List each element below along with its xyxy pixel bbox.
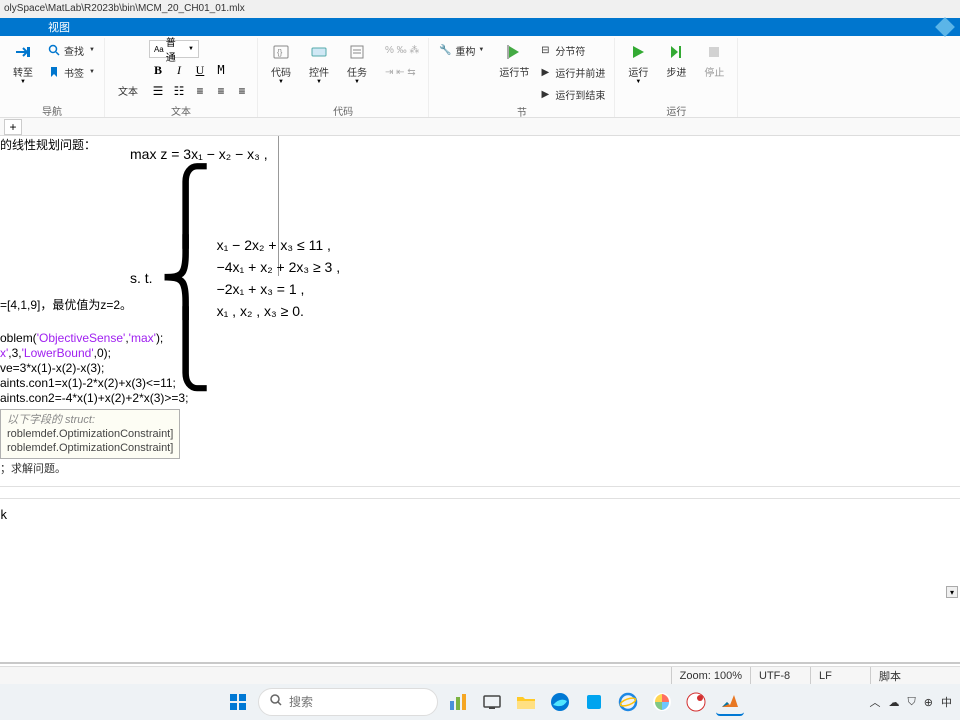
bullet-list-button[interactable]: ☰ [149,82,167,100]
align-left-button[interactable]: ≡ [191,82,209,100]
taskbar-app-5[interactable] [682,688,710,716]
status-bar: Zoom: 100% UTF-8 LF 脚本 [0,666,960,684]
comment-button: % ‰ ⁂ [382,40,422,60]
text-button[interactable]: 文本 [111,40,145,100]
ribbon-group-nav: 转至 ▼ 查找▼ 书签▼ 导航 [0,38,105,117]
align-center-button[interactable]: ≡ [212,82,230,100]
status-zoom[interactable]: Zoom: 100% [671,667,750,684]
below-text: ；求解问题。 [0,460,66,476]
section-break-button[interactable]: ⊟分节符 [535,40,608,60]
play-icon [628,42,648,62]
search-icon [47,43,61,57]
constraint-2: −4x₁ + x₂ + 2x₃ ≥ 3 , [217,259,341,275]
ribbon-tabstrip: 视图 [0,18,960,36]
align-right-button[interactable]: ≡ [233,82,251,100]
status-mode[interactable]: 脚本 [870,667,960,684]
tray-icon-1[interactable]: ☁ [889,696,900,709]
control-button[interactable]: 控件 ▼ [302,40,336,87]
bookmark-icon [47,65,61,79]
editor-area[interactable]: 的线性规划问题： max z = 3x₁ − x₂ − x₃ , s. t. ⎧… [0,136,960,664]
window-titlebar: olySpace\MatLab\R2023b\bin\MCM_20_CH01_0… [0,0,960,18]
indent-button: ⇥ ⇤ ⇆ [382,62,422,82]
divider [0,486,960,487]
style-combo[interactable]: Aa普通▼ [149,40,199,58]
taskbar-app-3[interactable] [580,688,608,716]
run-to-end-button[interactable]: ▶运行到结束 [535,84,608,104]
code-icon: {} [271,42,291,62]
taskbar-ie[interactable] [614,688,642,716]
bold-button[interactable]: B [149,61,167,79]
taskbar-app-4[interactable] [648,688,676,716]
taskbar-edge[interactable] [546,688,574,716]
stop-button[interactable]: 停止 [697,40,731,81]
italic-button[interactable]: I [170,61,188,79]
goto-icon [13,42,33,62]
constraint-4: x₁ , x₂ , x₃ ≥ 0. [217,303,341,319]
stop-icon [704,42,724,62]
taskbar-search[interactable] [258,688,438,716]
search-icon [269,693,283,712]
system-tray[interactable]: ︿ ☁ ⛉ ⊕ 中 [870,694,952,710]
code-block[interactable]: oblem('ObjectiveSense','max'); x',3,'Low… [0,331,188,406]
tray-icon-3[interactable]: ⊕ [924,696,933,709]
status-eol[interactable]: LF [810,667,870,684]
objective-equation: max z = 3x₁ − x₂ − x₃ , [130,146,340,162]
task-button[interactable]: 任务 ▼ [340,40,374,87]
ribbon-group-code: {} 代码 ▼ 控件 ▼ 任务 ▼ % ‰ ⁂ ⇥ ⇤ ⇆ 代码 [258,38,429,117]
divider [0,498,960,499]
refactor-button[interactable]: 🔧 重构▼ [435,40,487,60]
window-title: olySpace\MatLab\R2023b\bin\MCM_20_CH01_0… [4,3,245,14]
scroll-down-button[interactable]: ▾ [946,586,958,598]
control-icon [309,42,329,62]
goto-button[interactable]: 转至 ▼ [6,40,40,87]
play-end-icon: ▶ [538,87,552,101]
result-text: =[4,1,9]，最优值为z=2。 [0,296,132,313]
run-section-button[interactable]: 运行节 [497,40,531,81]
ribbon-group-text: 文本 Aa普通▼ B I U M ☰ ☷ ≡ ≡ ≡ [105,38,258,117]
ribbon-group-section: 🔧 重构▼ 运行节 ⊟分节符 ▶运行并前进 ▶运行到结束 节 [429,38,615,117]
step-icon [666,42,686,62]
ribbon-group-run: 运行 ▼ 步进 停止 运行 [615,38,738,117]
find-button[interactable]: 查找▼ [44,40,98,60]
bookmark-button[interactable]: 书签▼ [44,62,98,82]
taskbar-app-2[interactable] [478,688,506,716]
tray-icon-2[interactable]: ⛉ [908,696,916,709]
play-advance-icon: ▶ [538,65,552,79]
header-fragment: 的线性规划问题： [0,136,96,153]
taskbar-matlab[interactable] [716,688,744,716]
task-icon [347,42,367,62]
split-icon: ⊟ [538,43,552,57]
constraint-3: −2x₁ + x₃ = 1 , [217,281,341,297]
taskbar-app-1[interactable] [444,688,472,716]
run-button[interactable]: 运行 ▼ [621,40,655,87]
underline-button[interactable]: U [191,61,209,79]
tray-lang[interactable]: 中 [941,694,952,710]
search-input[interactable] [289,695,409,709]
help-icon[interactable] [935,17,955,37]
play-section-icon [504,42,524,62]
output-variable: k [0,508,7,522]
start-button[interactable] [224,688,252,716]
status-encoding[interactable]: UTF-8 [750,667,810,684]
svg-text:{}: {} [277,48,283,57]
mono-button[interactable]: M [212,61,230,79]
chevron-up-icon[interactable]: ︿ [870,694,881,710]
refactor-icon: 🔧 [438,43,452,57]
intellisense-tooltip: 以下字段的 struct: roblemdef.OptimizationCons… [0,409,180,459]
windows-taskbar: ︿ ☁ ⛉ ⊕ 中 [0,684,960,720]
step-button[interactable]: 步进 [659,40,693,81]
run-advance-button[interactable]: ▶运行并前进 [535,62,608,82]
number-list-button[interactable]: ☷ [170,82,188,100]
tab-view[interactable]: 视图 [30,18,88,36]
ribbon-toolbar: 转至 ▼ 查找▼ 书签▼ 导航 文本 Aa普通▼ [0,36,960,118]
code-button[interactable]: {} 代码 ▼ [264,40,298,87]
taskbar-explorer[interactable] [512,688,540,716]
document-tabstrip: + [0,118,960,136]
constraint-1: x₁ − 2x₂ + x₃ ≤ 11 , [217,237,341,253]
new-tab-button[interactable]: + [4,119,22,135]
